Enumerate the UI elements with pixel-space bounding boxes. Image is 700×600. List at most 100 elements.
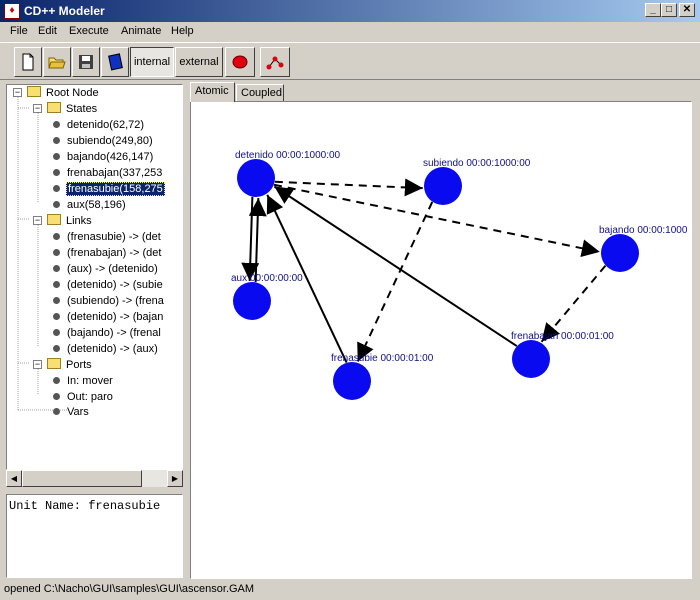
states-label: frenabajan(337,253 (67, 167, 163, 179)
window-title: CD++ Modeler (24, 4, 105, 18)
states-item[interactable]: aux(58,196) (53, 197, 127, 213)
tree-horizontal-scrollbar[interactable]: ◀ ▶ (6, 470, 183, 487)
tree-folder-ports[interactable]: Ports (47, 357, 93, 373)
state-node-aux[interactable] (233, 282, 271, 320)
tab-atomic[interactable]: Atomic (190, 82, 235, 102)
menu-help[interactable]: Help (171, 25, 194, 37)
state-node-frenasubie[interactable] (333, 362, 371, 400)
save-button[interactable] (72, 47, 100, 77)
state-label-subiendo: subiendo 00:00:1000:00 (423, 158, 531, 169)
menu-execute[interactable]: Execute (69, 25, 109, 37)
status-text: opened C:\Nacho\GUI\samples\GUI\ascensor… (4, 583, 255, 595)
expand-states-toggle[interactable]: − (33, 104, 42, 113)
diagram-canvas[interactable]: detenido 00:00:1000:00 subiendo 00:00:100… (190, 101, 692, 579)
transition-edge-aux-to-detenido[interactable] (248, 198, 267, 283)
tree-root[interactable]: Root Node (27, 85, 100, 101)
expand-root-toggle[interactable]: − (13, 88, 22, 97)
links-item[interactable]: (detenido) -> (aux) (53, 341, 159, 357)
tree-folder-states[interactable]: States (47, 101, 98, 117)
unit-name-text: Unit Name: frenasubie (9, 499, 161, 513)
external-toggle[interactable]: external (175, 47, 223, 77)
transition-edge-frenabajan-to-detenido[interactable] (273, 185, 518, 347)
expand-links-toggle[interactable]: − (33, 216, 42, 225)
transition-edge-detenido-to-aux[interactable] (241, 196, 260, 281)
new-file-icon (22, 53, 34, 71)
properties-icon (108, 53, 123, 71)
links-item[interactable]: (subiendo) -> (frena (53, 293, 165, 309)
state-diagram[interactable]: detenido 00:00:1000:00 subiendo 00:00:100… (191, 102, 692, 579)
leaf-dot-icon (53, 329, 60, 336)
links-label: (subiendo) -> (frena (67, 295, 164, 307)
states-label: subiendo(249,80) (67, 135, 153, 147)
links-label: (aux) -> (detenido) (67, 263, 158, 275)
unit-info-panel[interactable]: Unit Name: frenasubie (6, 494, 183, 578)
state-node-bajando[interactable] (601, 234, 639, 272)
folder-icon (47, 358, 61, 369)
states-item[interactable]: frenabajan(337,253 (53, 165, 163, 181)
leaf-dot-icon (53, 313, 60, 320)
stop-button[interactable] (225, 47, 255, 77)
model-tree[interactable]: − Root Node − States detenido(62,72) subi… (6, 84, 183, 470)
links-label: (frenasubie) -> (det (67, 231, 161, 243)
scroll-thumb[interactable] (22, 470, 142, 487)
leaf-dot-icon (53, 233, 60, 240)
states-label: frenasubie(158,275 (66, 182, 165, 196)
tree-vars[interactable]: Vars (53, 404, 90, 420)
states-label: aux(58,196) (67, 199, 126, 211)
transition-edge-subiendo-to-frenasubie[interactable] (356, 201, 434, 363)
links-item[interactable]: (detenido) -> (bajan (53, 309, 164, 325)
state-label-bajando: bajando 00:00:1000 (599, 225, 688, 236)
leaf-dot-icon (53, 153, 60, 160)
scroll-right-arrow[interactable]: ▶ (167, 470, 183, 487)
states-item[interactable]: bajando(426,147) (53, 149, 154, 165)
graph-link-icon (266, 56, 284, 70)
scroll-left-arrow[interactable]: ◀ (6, 470, 22, 487)
leaf-dot-icon (53, 265, 60, 272)
menu-file[interactable]: File (10, 25, 28, 37)
open-file-button[interactable] (43, 47, 71, 77)
links-item[interactable]: (frenabajan) -> (det (53, 245, 162, 261)
maximize-button[interactable]: □ (661, 3, 677, 17)
internal-toggle[interactable]: internal (130, 47, 174, 77)
properties-button[interactable] (101, 47, 129, 77)
links-item[interactable]: (bajando) -> (frenal (53, 325, 162, 341)
links-item[interactable]: (aux) -> (detenido) (53, 261, 159, 277)
state-node-subiendo[interactable] (424, 167, 462, 205)
leaf-dot-icon (53, 297, 60, 304)
states-item[interactable]: frenasubie(158,275 (53, 181, 165, 197)
new-file-button[interactable] (14, 47, 42, 77)
leaf-dot-icon (53, 281, 60, 288)
state-label-frenasubie: frenasubie 00:00:01:00 (331, 353, 434, 364)
states-item[interactable]: subiendo(249,80) (53, 133, 154, 149)
ports-item[interactable]: In: mover (53, 373, 114, 389)
states-item[interactable]: detenido(62,72) (53, 117, 145, 133)
minimize-button[interactable]: _ (645, 3, 661, 17)
menu-animate[interactable]: Animate (121, 25, 161, 37)
menu-bar: File Edit Execute Animate Help (0, 22, 700, 42)
folder-icon (47, 214, 61, 225)
leaf-dot-icon (53, 169, 60, 176)
expand-ports-toggle[interactable]: − (33, 360, 42, 369)
links-label: (detenido) -> (bajan (67, 311, 164, 323)
state-label-frenabajan: frenabajan 00:00:01:00 (511, 331, 614, 342)
link-tool-button[interactable] (260, 47, 290, 77)
ports-item[interactable]: Out: paro (53, 389, 114, 405)
states-label: detenido(62,72) (67, 119, 145, 131)
state-node-detenido[interactable] (237, 159, 275, 197)
state-node-frenabajan[interactable] (512, 340, 550, 378)
title-bar: ♦ CD++ Modeler _ □ ✕ (0, 0, 700, 22)
links-label: (bajando) -> (frenal (67, 327, 161, 339)
menu-edit[interactable]: Edit (38, 25, 57, 37)
red-circle-icon (232, 55, 248, 69)
links-item[interactable]: (frenasubie) -> (det (53, 229, 162, 245)
app-icon: ♦ (4, 3, 20, 19)
close-button[interactable]: ✕ (679, 3, 695, 17)
transition-edge-detenido-to-subiendo[interactable] (274, 178, 423, 197)
links-item[interactable]: (detenido) -> (subie (53, 277, 164, 293)
tab-coupled[interactable]: Coupled (236, 84, 284, 102)
links-label: (detenido) -> (aux) (67, 343, 158, 355)
leaf-dot-icon (53, 393, 60, 400)
leaf-dot-icon (53, 345, 60, 352)
tree-folder-links[interactable]: Links (47, 213, 93, 229)
leaf-dot-icon (53, 408, 60, 415)
